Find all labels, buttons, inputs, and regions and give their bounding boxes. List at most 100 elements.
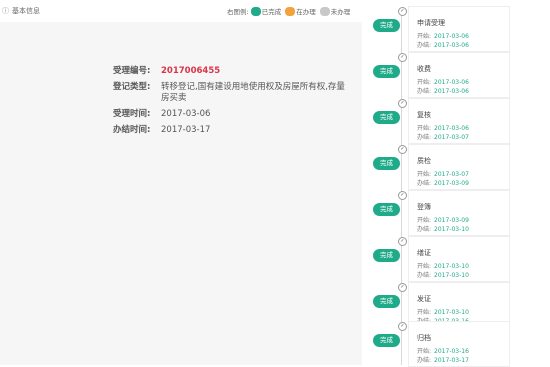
end-label: 办结:	[417, 42, 432, 49]
complete-button[interactable]: 完成	[373, 249, 400, 262]
step-title: 收费	[417, 65, 431, 73]
end-date: 2017-03-17	[434, 357, 469, 364]
step-title: 登簿	[417, 203, 431, 211]
complete-button[interactable]: 完成	[373, 157, 400, 170]
detail-row-finish-time: 办结时间: 2017-03-17	[113, 125, 349, 136]
check-icon: ✓	[398, 145, 407, 154]
check-icon: ✓	[398, 322, 407, 331]
step-title: 申请受理	[417, 19, 445, 27]
info-icon: ⓘ	[2, 7, 9, 15]
timeline-step-apply: 完成 ✓ 申请受理 开始: 2017-03-06 办结: 2017-03-06	[370, 6, 510, 52]
step-title: 复核	[417, 111, 431, 119]
basic-info-label: 基本信息	[12, 7, 40, 15]
step-start: 开始: 2017-03-09	[417, 215, 469, 224]
step-start: 开始: 2017-03-10	[417, 307, 469, 316]
accept-time-value: 2017-03-06	[161, 109, 211, 119]
timeline-step-review: 完成 ✓ 复核 开始: 2017-03-06 办结: 2017-03-07	[370, 98, 510, 144]
legend-inprogress-swatch	[285, 6, 296, 16]
legend-pending-swatch	[319, 6, 330, 16]
complete-button[interactable]: 完成	[373, 295, 400, 308]
step-end: 办结: 2017-03-09	[417, 178, 469, 187]
start-label: 开始:	[417, 79, 432, 86]
start-date: 2017-03-16	[434, 348, 469, 355]
detail-key: 受理编号:	[113, 66, 151, 76]
step-card: 质检 开始: 2017-03-07 办结: 2017-03-09	[408, 144, 510, 190]
step-card: 复核 开始: 2017-03-06 办结: 2017-03-07	[408, 98, 510, 144]
step-title: 缮证	[417, 249, 431, 257]
step-end: 办结: 2017-03-07	[417, 132, 469, 141]
step-start: 开始: 2017-03-06	[417, 77, 469, 86]
detail-row-accept-time: 受理时间: 2017-03-06	[113, 109, 349, 120]
complete-button[interactable]: 完成	[373, 65, 400, 78]
start-label: 开始:	[417, 263, 432, 270]
timeline-step-print: 完成 ✓ 缮证 开始: 2017-03-10 办结: 2017-03-10	[370, 236, 510, 282]
step-start: 开始: 2017-03-10	[417, 261, 469, 270]
complete-button[interactable]: 完成	[373, 334, 400, 347]
check-icon: ✓	[398, 191, 407, 200]
step-start: 开始: 2017-03-16	[417, 346, 469, 355]
start-date: 2017-03-06	[434, 125, 469, 132]
complete-button[interactable]: 完成	[373, 19, 400, 32]
step-card: 缮证 开始: 2017-03-10 办结: 2017-03-10	[408, 236, 510, 282]
detail-row-registration-type: 登记类型: 转移登记,国有建设用地使用权及房屋所有权,存量房买卖	[113, 82, 349, 104]
step-end: 办结: 2017-03-10	[417, 224, 469, 233]
process-timeline: 完成 ✓ 申请受理 开始: 2017-03-06 办结: 2017-03-06 完成…	[370, 0, 510, 367]
check-icon: ✓	[398, 237, 407, 246]
status-legend: 右图例: 已完成 在办理 未办理	[227, 6, 354, 16]
step-title: 发证	[417, 295, 431, 303]
detail-key: 受理时间:	[113, 109, 151, 119]
step-title: 质检	[417, 157, 431, 165]
start-label: 开始:	[417, 217, 432, 224]
basic-info-title: ⓘ 基本信息	[2, 6, 40, 16]
legend-done-swatch	[250, 6, 261, 16]
step-start: 开始: 2017-03-06	[417, 31, 469, 40]
step-card: 申请受理 开始: 2017-03-06 办结: 2017-03-06	[408, 6, 510, 52]
left-panel: ⓘ 基本信息 右图例: 已完成 在办理 未办理 受理编号: 2017006455…	[0, 0, 362, 365]
end-label: 办结:	[417, 180, 432, 187]
end-label: 办结:	[417, 357, 432, 364]
detail-row-case-number: 受理编号: 2017006455	[113, 66, 349, 77]
case-number-value: 2017006455	[161, 66, 221, 76]
timeline-step-fee: 完成 ✓ 收费 开始: 2017-03-06 办结: 2017-03-06	[370, 52, 510, 98]
registration-type-value: 转移登记,国有建设用地使用权及房屋所有权,存量房买卖	[161, 82, 345, 103]
end-date: 2017-03-09	[434, 180, 469, 187]
start-date: 2017-03-09	[434, 217, 469, 224]
timeline-step-archive: 完成 ✓ 归档 开始: 2017-03-16 办结: 2017-03-17	[370, 321, 510, 367]
step-title: 归档	[417, 334, 431, 342]
case-details: 受理编号: 2017006455 登记类型: 转移登记,国有建设用地使用权及房屋…	[113, 66, 349, 141]
start-label: 开始:	[417, 33, 432, 40]
end-date: 2017-03-07	[434, 134, 469, 141]
step-end: 办结: 2017-03-17	[417, 355, 469, 364]
legend-label: 右图例:	[227, 8, 249, 16]
step-start: 开始: 2017-03-07	[417, 169, 469, 178]
complete-button[interactable]: 完成	[373, 111, 400, 124]
end-label: 办结:	[417, 134, 432, 141]
start-date: 2017-03-07	[434, 171, 469, 178]
end-label: 办结:	[417, 226, 432, 233]
end-date: 2017-03-06	[434, 88, 469, 95]
start-label: 开始:	[417, 125, 432, 132]
start-label: 开始:	[417, 348, 432, 355]
step-end: 办结: 2017-03-06	[417, 40, 469, 49]
start-date: 2017-03-10	[434, 309, 469, 316]
start-date: 2017-03-10	[434, 263, 469, 270]
complete-button[interactable]: 完成	[373, 203, 400, 216]
check-icon: ✓	[398, 7, 407, 16]
end-label: 办结:	[417, 88, 432, 95]
step-end: 办结: 2017-03-06	[417, 86, 469, 95]
check-icon: ✓	[398, 283, 407, 292]
end-date: 2017-03-06	[434, 42, 469, 49]
detail-key: 办结时间:	[113, 125, 151, 135]
timeline-step-qc: 完成 ✓ 质检 开始: 2017-03-07 办结: 2017-03-09	[370, 144, 510, 190]
legend-inprogress-label: 在办理	[296, 8, 316, 16]
step-card: 收费 开始: 2017-03-06 办结: 2017-03-06	[408, 52, 510, 98]
step-card: 登簿 开始: 2017-03-09 办结: 2017-03-10	[408, 190, 510, 236]
step-end: 办结: 2017-03-10	[417, 270, 469, 279]
start-label: 开始:	[417, 309, 432, 316]
end-date: 2017-03-10	[434, 272, 469, 279]
step-card: 归档 开始: 2017-03-16 办结: 2017-03-17	[408, 321, 510, 367]
start-date: 2017-03-06	[434, 79, 469, 86]
timeline-step-register: 完成 ✓ 登簿 开始: 2017-03-09 办结: 2017-03-10	[370, 190, 510, 236]
start-date: 2017-03-06	[434, 33, 469, 40]
step-start: 开始: 2017-03-06	[417, 123, 469, 132]
